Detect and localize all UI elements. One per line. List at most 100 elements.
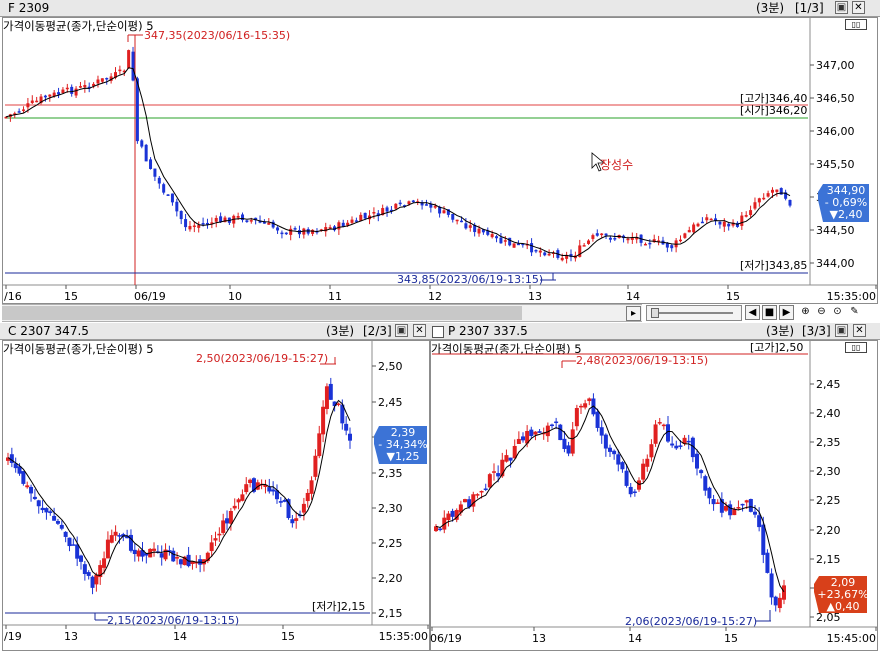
candle-body bbox=[600, 233, 604, 236]
scrollbar-thumb[interactable] bbox=[2, 306, 522, 320]
p-window-titlebar: P 2307 337.5 (3분) [3/3] ▣ ✕ bbox=[430, 323, 880, 340]
checkbox[interactable] bbox=[432, 326, 444, 338]
x-tick-label: 13 bbox=[532, 632, 546, 645]
candle-body bbox=[175, 201, 179, 212]
candle-body bbox=[446, 513, 451, 521]
candle-body bbox=[79, 555, 84, 562]
play-icon[interactable]: ▶ bbox=[779, 305, 794, 320]
candle-body bbox=[284, 232, 288, 235]
candle-body bbox=[309, 480, 314, 494]
candle-body bbox=[214, 217, 218, 222]
y-tick-label: 345,50 bbox=[816, 158, 855, 171]
candle-body bbox=[301, 503, 306, 513]
candle-body bbox=[348, 433, 352, 441]
candle-body bbox=[744, 215, 748, 217]
zoom-out-icon[interactable]: ⊖ bbox=[814, 305, 829, 320]
candle-body bbox=[450, 510, 455, 517]
current-price-box: 2,09 +23,67% ▲0,40 bbox=[814, 576, 869, 613]
candle-body bbox=[344, 423, 349, 431]
candle-body bbox=[591, 235, 595, 239]
candle-body bbox=[131, 51, 135, 81]
scroll-right-icon[interactable]: ▸ bbox=[626, 306, 641, 321]
candle-body bbox=[55, 521, 60, 524]
candle-body bbox=[695, 453, 699, 469]
candle-body bbox=[516, 438, 521, 444]
zoom-slider[interactable] bbox=[646, 305, 742, 321]
candle-body bbox=[765, 552, 770, 573]
stop-icon[interactable]: ■ bbox=[762, 305, 777, 320]
candle-body bbox=[628, 486, 633, 495]
close-icon[interactable]: ✕ bbox=[852, 1, 865, 14]
candle-body bbox=[753, 202, 757, 209]
candle-body bbox=[100, 78, 104, 82]
tools-icon[interactable]: ✎ bbox=[847, 305, 862, 320]
candle-body bbox=[749, 210, 753, 216]
maximize-icon[interactable]: ▣ bbox=[395, 324, 408, 337]
candle-body bbox=[770, 189, 774, 193]
candle-body bbox=[762, 197, 766, 200]
candle-body bbox=[782, 585, 786, 600]
maximize-icon[interactable]: ▣ bbox=[835, 1, 848, 14]
candle-body bbox=[337, 222, 341, 230]
candle-body bbox=[276, 227, 280, 231]
candle-body bbox=[324, 386, 329, 409]
candle-body bbox=[728, 504, 733, 516]
x-tick-label: 13 bbox=[64, 630, 78, 643]
zoom-in-icon[interactable]: ⊕ bbox=[798, 305, 813, 320]
y-tick-label: 2,35 bbox=[378, 467, 403, 480]
candle-body bbox=[699, 470, 704, 474]
candle-body bbox=[757, 198, 761, 203]
candle-body bbox=[209, 542, 214, 552]
candle-body bbox=[221, 520, 226, 533]
close-icon[interactable]: ✕ bbox=[853, 324, 866, 337]
x-tick-label: /19 bbox=[4, 630, 22, 643]
y-tick-label: 2,35 bbox=[816, 436, 841, 449]
candle-body bbox=[236, 499, 241, 503]
maximize-icon[interactable]: ▣ bbox=[835, 324, 848, 337]
x-tick-label: 06/19 bbox=[134, 290, 166, 303]
slider-handle[interactable] bbox=[651, 308, 659, 318]
candle-body bbox=[451, 214, 455, 220]
candle-body bbox=[75, 544, 80, 559]
period-label: (3분) bbox=[756, 1, 785, 15]
candle-body bbox=[566, 445, 571, 454]
candle-body bbox=[724, 505, 728, 511]
chart-scrollbar[interactable]: ▸ bbox=[2, 304, 642, 322]
candle-body bbox=[94, 574, 99, 585]
x-tick-label: 06/19 bbox=[430, 632, 462, 645]
candle-body bbox=[686, 440, 691, 443]
candle-body bbox=[240, 494, 245, 501]
candle-body bbox=[674, 445, 679, 449]
candle-body bbox=[36, 500, 41, 507]
x-tick-label: 12 bbox=[428, 290, 442, 303]
c-low-line-label: [저가]2,15 bbox=[312, 600, 365, 613]
p-chart-svg: 2,48(2023/06/19-13:15) 2,06(2023/06/19-1… bbox=[430, 340, 878, 645]
candle-body bbox=[313, 455, 318, 477]
candle-body bbox=[705, 217, 709, 221]
candle-body bbox=[761, 524, 766, 555]
close-icon[interactable]: ✕ bbox=[413, 324, 426, 337]
candle-body bbox=[740, 503, 745, 506]
candle-body bbox=[709, 218, 713, 221]
candle-body bbox=[290, 519, 295, 524]
x-tick-label: 15:45:00 bbox=[827, 632, 876, 645]
candle-body bbox=[398, 202, 402, 205]
candle-body bbox=[179, 210, 183, 220]
candle-body bbox=[736, 507, 741, 509]
candle-body bbox=[748, 499, 753, 512]
candle-body bbox=[715, 502, 720, 504]
candle-body bbox=[550, 424, 554, 427]
y-tick-label: 2,25 bbox=[816, 494, 841, 507]
candle-body bbox=[495, 236, 499, 239]
candle-body bbox=[696, 223, 700, 227]
zoom-reset-icon[interactable]: ⊙ bbox=[830, 305, 845, 320]
step-back-icon[interactable]: ◀ bbox=[745, 305, 760, 320]
candle-body bbox=[30, 100, 34, 103]
candle-body bbox=[32, 496, 37, 500]
candle-body bbox=[570, 429, 575, 454]
candle-body bbox=[170, 193, 174, 203]
p-high-line-label: [고가]2,50 bbox=[750, 341, 803, 354]
candle-body bbox=[140, 140, 144, 147]
candle-body bbox=[52, 515, 57, 521]
candle-body bbox=[236, 216, 240, 218]
